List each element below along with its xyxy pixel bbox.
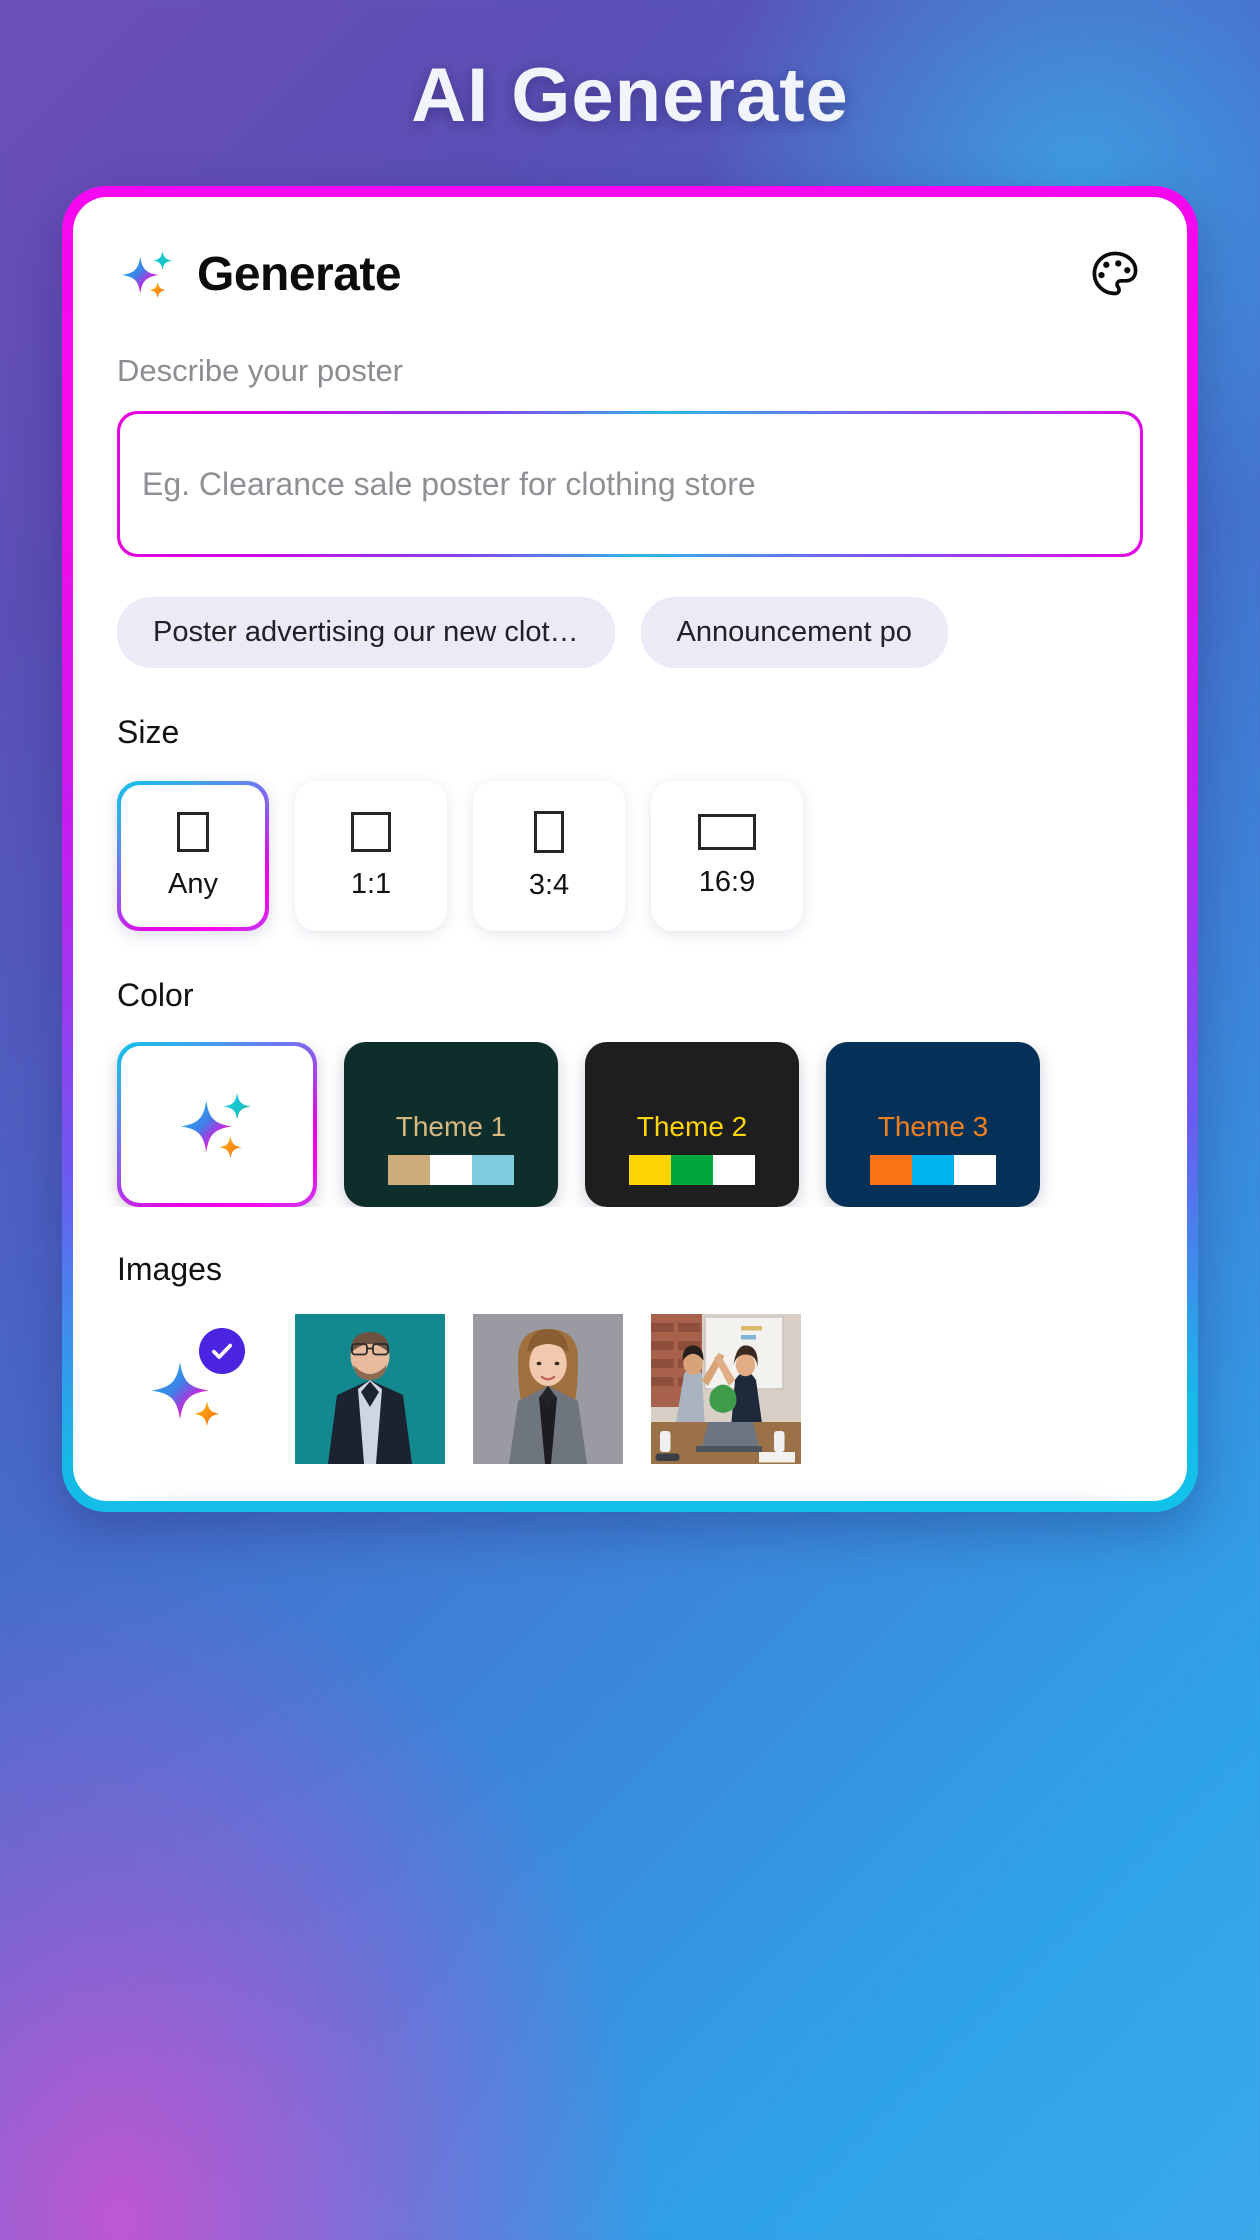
color-option-ai[interactable] xyxy=(117,1042,317,1207)
size-option-label: Any xyxy=(168,867,218,900)
size-option-any[interactable]: Any xyxy=(117,781,269,931)
image-option-list xyxy=(73,1314,1187,1464)
aspect-ratio-16-9-icon xyxy=(698,813,756,850)
check-icon xyxy=(199,1328,245,1374)
color-theme-list: Theme 1 Theme 2 Theme 3 xyxy=(73,1042,1187,1207)
prompt-input[interactable]: Eg. Clearance sale poster for clothing s… xyxy=(120,414,1140,554)
aspect-ratio-any-icon xyxy=(177,811,209,852)
page-heading: Generate xyxy=(197,247,402,301)
image-thumbnail-office-team[interactable] xyxy=(651,1314,801,1464)
size-option-label: 16:9 xyxy=(698,865,756,898)
theme-swatch-strip xyxy=(629,1155,755,1185)
color-section-heading: Color xyxy=(117,977,194,1013)
swatch xyxy=(388,1155,430,1185)
ai-sparkle-icon xyxy=(117,243,179,305)
background-glow-bottom-left xyxy=(0,1560,660,2240)
page-title: AI Generate xyxy=(411,53,849,138)
suggestion-chip[interactable]: Announcement po xyxy=(640,597,948,668)
size-option-list: Any 1:1 3:4 16:9 xyxy=(73,781,1187,931)
size-option-3-4[interactable]: 3:4 xyxy=(473,781,625,931)
images-section-heading: Images xyxy=(117,1251,222,1287)
swatch xyxy=(472,1155,514,1185)
suggestion-chip[interactable]: Poster advertising our new clot… xyxy=(117,597,615,668)
swatch xyxy=(430,1155,472,1185)
aspect-ratio-1-1-icon xyxy=(351,811,391,852)
swatch xyxy=(954,1155,996,1185)
swatch xyxy=(629,1155,671,1185)
color-option-theme-3[interactable]: Theme 3 xyxy=(826,1042,1040,1207)
aspect-ratio-3-4-icon xyxy=(534,810,564,853)
size-section-heading: Size xyxy=(117,714,180,750)
theme-swatch-strip xyxy=(388,1155,514,1185)
palette-icon[interactable] xyxy=(1087,246,1143,302)
swatch xyxy=(912,1155,954,1185)
prompt-field-wrapper: Eg. Clearance sale poster for clothing s… xyxy=(117,411,1143,557)
swatch xyxy=(671,1155,713,1185)
color-option-theme-2[interactable]: Theme 2 xyxy=(585,1042,799,1207)
image-thumbnail-businessman[interactable] xyxy=(295,1314,445,1464)
color-option-label: Theme 1 xyxy=(395,1110,507,1142)
swatch xyxy=(713,1155,755,1185)
size-option-1-1[interactable]: 1:1 xyxy=(295,781,447,931)
size-option-label: 1:1 xyxy=(350,867,392,900)
theme-swatch-strip xyxy=(870,1155,996,1185)
swatch xyxy=(870,1155,912,1185)
color-option-theme-1[interactable]: Theme 1 xyxy=(344,1042,558,1207)
card-header: Generate xyxy=(73,197,1187,305)
generate-card: Generate Describe your poster Eg. Cleara… xyxy=(62,186,1198,1512)
suggestion-chip-list: Poster advertising our new clot… Announc… xyxy=(73,597,1187,668)
generate-card-body: Generate Describe your poster Eg. Cleara… xyxy=(73,197,1187,1501)
prompt-label: Describe your poster xyxy=(117,353,404,388)
image-thumbnail-businesswoman[interactable] xyxy=(473,1314,623,1464)
color-option-label: Theme 3 xyxy=(877,1110,989,1142)
color-option-label: Theme 2 xyxy=(636,1110,748,1142)
prompt-placeholder: Eg. Clearance sale poster for clothing s… xyxy=(142,465,756,502)
size-option-16-9[interactable]: 16:9 xyxy=(651,781,803,931)
size-option-label: 3:4 xyxy=(528,868,570,901)
image-option-ai[interactable] xyxy=(117,1314,267,1464)
